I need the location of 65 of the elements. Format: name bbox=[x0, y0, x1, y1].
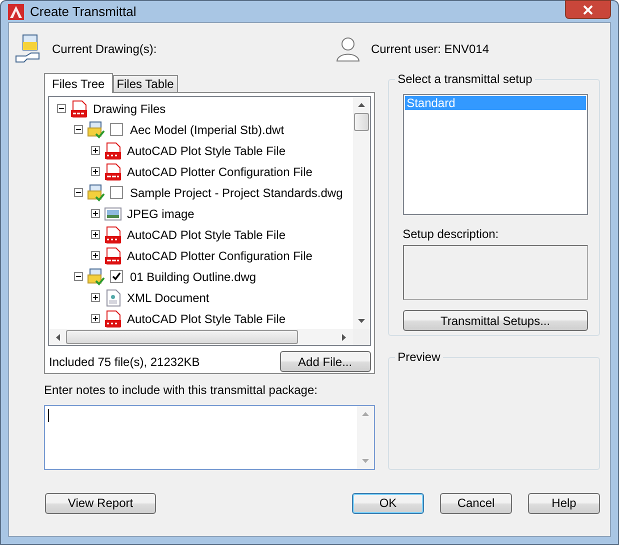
tree-item[interactable]: Aec Model (Imperial Stb).dwt bbox=[128, 122, 286, 136]
expander-icon[interactable] bbox=[74, 125, 83, 134]
tree-item[interactable]: 01 Building Outline.dwg bbox=[128, 270, 258, 284]
checkbox[interactable] bbox=[110, 186, 123, 199]
tree-item[interactable]: Sample Project - Project Standards.dwg bbox=[128, 186, 345, 200]
image-file-icon bbox=[104, 204, 122, 222]
scroll-thumb[interactable] bbox=[66, 330, 298, 344]
file-icon bbox=[104, 162, 122, 180]
file-icon bbox=[104, 246, 122, 264]
transmittal-setups-button[interactable]: Transmittal Setups... bbox=[402, 310, 588, 331]
app-logo-icon bbox=[8, 4, 24, 20]
tree-item[interactable]: AutoCAD Plotter Configuration File bbox=[125, 248, 314, 262]
file-icon bbox=[104, 226, 122, 244]
expander-icon[interactable] bbox=[91, 167, 100, 176]
close-icon bbox=[583, 4, 593, 14]
tree-item[interactable]: XML Document bbox=[125, 290, 212, 304]
vertical-scrollbar[interactable] bbox=[352, 97, 370, 329]
file-icon bbox=[70, 100, 88, 118]
user-icon bbox=[336, 36, 360, 62]
expander-icon[interactable] bbox=[74, 272, 83, 281]
scroll-thumb[interactable] bbox=[354, 113, 369, 131]
expander-icon[interactable] bbox=[91, 293, 100, 302]
scrollbar-corner bbox=[352, 329, 370, 345]
setup-description-label: Setup description: bbox=[402, 227, 500, 241]
view-report-button[interactable]: View Report bbox=[45, 492, 156, 514]
expander-icon[interactable] bbox=[57, 104, 66, 113]
horizontal-scrollbar[interactable] bbox=[49, 329, 370, 345]
document-icon bbox=[104, 288, 122, 306]
add-file-button[interactable]: Add File... bbox=[280, 351, 371, 372]
scroll-up-icon[interactable] bbox=[358, 103, 365, 107]
tree-item[interactable]: AutoCAD Plot Style Table File bbox=[125, 144, 288, 158]
drawing-file-icon bbox=[87, 268, 105, 286]
current-drawings-label: Current Drawing(s): bbox=[52, 42, 157, 56]
tree-item[interactable]: JPEG image bbox=[125, 206, 196, 220]
scroll-left-icon[interactable] bbox=[56, 334, 60, 340]
help-button[interactable]: Help bbox=[528, 492, 600, 514]
file-icon bbox=[104, 142, 122, 160]
included-files-label: Included 75 file(s), 21232KB bbox=[49, 354, 200, 368]
tree-item[interactable]: Drawing Files bbox=[91, 102, 168, 116]
drawing-file-icon bbox=[87, 184, 105, 202]
expander-icon[interactable] bbox=[91, 314, 100, 323]
tree-item[interactable]: AutoCAD Plotter Configuration File bbox=[125, 164, 314, 178]
expander-icon[interactable] bbox=[91, 230, 100, 239]
window-title: Create Transmittal bbox=[30, 4, 136, 19]
expander-icon[interactable] bbox=[91, 209, 100, 218]
scroll-down-icon[interactable] bbox=[358, 319, 365, 323]
tab[interactable]: Files Tree bbox=[44, 73, 113, 93]
setup-group-title: Select a transmittal setup bbox=[394, 72, 536, 86]
expander-icon[interactable] bbox=[91, 251, 100, 260]
tab[interactable]: Files Table bbox=[112, 75, 178, 92]
ok-button[interactable]: OK bbox=[352, 492, 424, 514]
expander-icon[interactable] bbox=[91, 146, 100, 155]
tree-item[interactable]: AutoCAD Plot Style Table File bbox=[125, 312, 288, 326]
file-icon bbox=[104, 310, 122, 328]
expander-icon[interactable] bbox=[74, 188, 83, 197]
checkbox[interactable] bbox=[110, 270, 123, 283]
drawing-file-icon bbox=[87, 120, 105, 138]
notes-label: Enter notes to include with this transmittal package: bbox=[44, 383, 318, 397]
scroll-right-icon[interactable] bbox=[342, 334, 346, 340]
tree-item[interactable]: AutoCAD Plot Style Table File bbox=[125, 228, 288, 242]
close-button[interactable] bbox=[565, 0, 611, 19]
cancel-button[interactable]: Cancel bbox=[440, 492, 512, 514]
current-user-label: Current user: ENV014 bbox=[370, 42, 489, 56]
preview-group-title: Preview bbox=[394, 350, 444, 364]
checkbox[interactable] bbox=[110, 123, 123, 136]
